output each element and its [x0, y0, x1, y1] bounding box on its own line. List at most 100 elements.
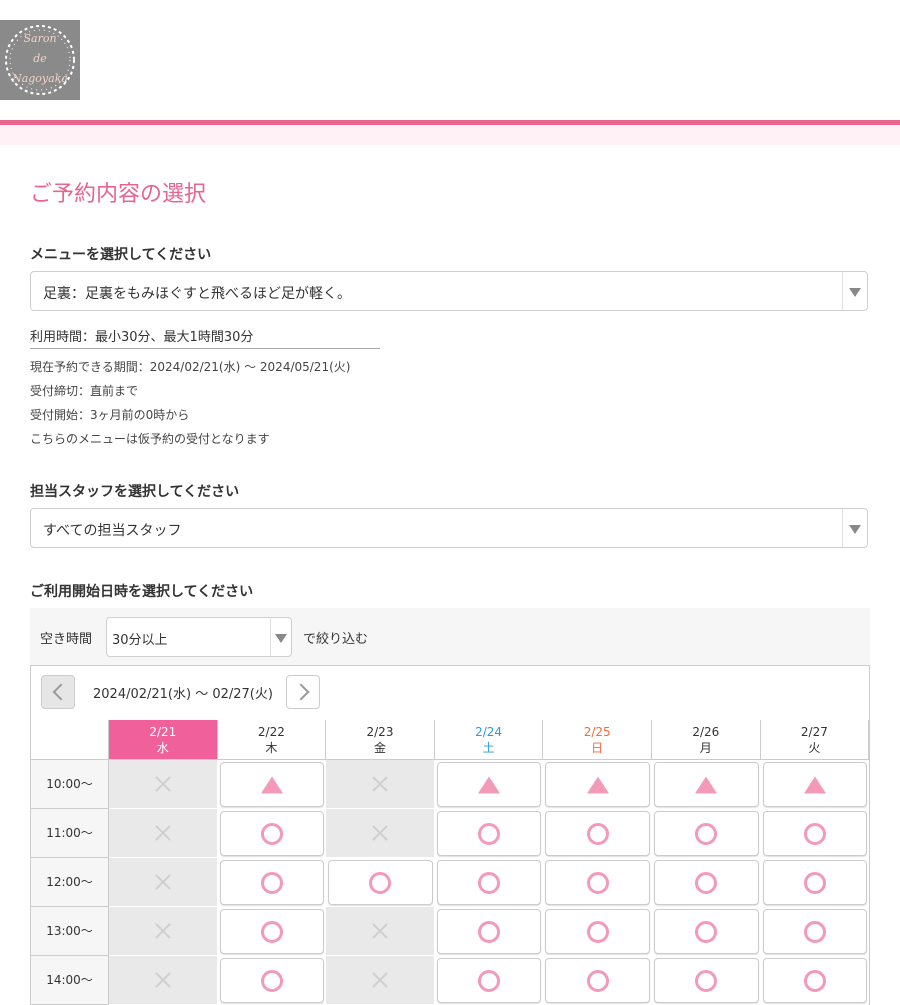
available-slot-button[interactable]	[219, 762, 325, 807]
unavailable-slot	[326, 809, 434, 857]
available-slot-button[interactable]	[219, 958, 325, 1003]
day-date: 2/26	[692, 725, 720, 739]
prev-week-button[interactable]	[41, 675, 75, 709]
available-slot-button[interactable]	[219, 909, 325, 954]
available-slot-button[interactable]	[762, 958, 868, 1003]
cross-unavailable-icon	[155, 972, 171, 988]
available-slot-button[interactable]	[762, 811, 868, 856]
available-slot-button[interactable]	[762, 909, 868, 954]
available-slot-button[interactable]	[654, 811, 759, 856]
unavailable-slot	[326, 760, 434, 808]
datetime-section-label: ご利用開始日時を選択してください	[30, 584, 254, 600]
day-of-week: 日	[591, 741, 604, 755]
menu-select-arrow[interactable]	[842, 272, 867, 310]
day-header: 2/21 水	[109, 720, 218, 760]
circle-available-icon	[260, 822, 283, 845]
chevron-down-icon	[849, 288, 861, 297]
unavailable-slot	[109, 760, 217, 808]
chevron-right-icon	[292, 683, 310, 701]
circle-available-icon	[260, 969, 283, 992]
day-date: 2/24	[475, 725, 503, 739]
available-slot-button[interactable]	[654, 860, 759, 905]
circle-available-icon	[260, 920, 283, 943]
next-week-button[interactable]	[286, 675, 320, 709]
day-of-week: 月	[699, 741, 712, 755]
available-slot-button[interactable]	[762, 762, 868, 807]
triangle-few-left-icon	[478, 776, 501, 793]
available-slot-button[interactable]	[545, 958, 650, 1003]
unavailable-slot	[109, 858, 217, 906]
available-slot-button[interactable]	[219, 811, 325, 856]
circle-available-icon	[478, 969, 501, 992]
unavailable-slot	[109, 809, 217, 857]
day-date: 2/22	[257, 725, 285, 739]
available-slot-button[interactable]	[545, 811, 650, 856]
logo-line: Saron	[23, 32, 57, 45]
available-slot-button[interactable]	[436, 909, 542, 954]
available-slot-button[interactable]	[328, 860, 433, 905]
available-slot-button[interactable]	[219, 860, 325, 905]
cross-unavailable-icon	[372, 825, 388, 841]
available-slot-button[interactable]	[654, 958, 759, 1003]
filter-suffix: で絞り込む	[303, 632, 369, 647]
unavailable-slot	[326, 907, 434, 955]
circle-available-icon	[695, 969, 718, 992]
circle-available-icon	[586, 871, 609, 894]
circle-available-icon	[803, 871, 826, 894]
salon-logo[interactable]: Saron de Nagoyaka	[0, 20, 80, 100]
triangle-few-left-icon	[586, 776, 609, 793]
logo-text: Saron de Nagoyaka	[0, 29, 80, 89]
available-slot-button[interactable]	[545, 860, 650, 905]
duration-filter-arrow[interactable]	[270, 618, 291, 656]
day-date: 2/25	[583, 725, 611, 739]
circle-available-icon	[803, 969, 826, 992]
menu-select[interactable]: 足裏：足裏をもみほぐすと飛べるほど足が軽く。	[30, 271, 868, 311]
circle-available-icon	[478, 871, 501, 894]
cross-unavailable-icon	[372, 923, 388, 939]
time-slot-label: 11:00〜	[31, 809, 109, 858]
time-slot-label: 12:00〜	[31, 858, 109, 907]
calendar-corner	[31, 720, 109, 760]
available-slot-button[interactable]	[545, 762, 650, 807]
available-slot-button[interactable]	[545, 909, 650, 954]
chevron-down-icon	[275, 634, 287, 643]
day-of-week: 木	[265, 741, 278, 755]
triangle-few-left-icon	[260, 776, 283, 793]
cross-unavailable-icon	[155, 825, 171, 841]
duration-filter-value: 30分以上	[112, 633, 168, 648]
duration-filter-select[interactable]: 30分以上	[106, 617, 292, 657]
day-header: 2/23 金	[326, 720, 435, 760]
staff-select-arrow[interactable]	[842, 509, 867, 547]
circle-available-icon	[586, 822, 609, 845]
cross-unavailable-icon	[155, 776, 171, 792]
unavailable-slot	[326, 956, 434, 1004]
available-slot-button[interactable]	[436, 762, 542, 807]
time-slot-label: 14:00〜	[31, 956, 109, 1005]
logo-line: Nagoyaka	[12, 72, 68, 85]
day-date: 2/21	[149, 725, 177, 739]
filter-label: 空き時間	[40, 632, 93, 647]
day-of-week: 水	[156, 741, 169, 755]
available-slot-button[interactable]	[654, 762, 759, 807]
availability-filter: 空き時間 30分以上 で絞り込む	[30, 608, 870, 665]
day-date: 2/27	[800, 725, 828, 739]
available-slot-button[interactable]	[654, 909, 759, 954]
staff-section-label: 担当スタッフを選択してください	[30, 484, 240, 500]
available-slot-button[interactable]	[436, 860, 542, 905]
circle-available-icon	[803, 822, 826, 845]
cross-unavailable-icon	[372, 776, 388, 792]
circle-available-icon	[260, 871, 283, 894]
calendar-nav: 2024/02/21(水) 〜 02/27(火)	[31, 666, 869, 721]
circle-available-icon	[803, 920, 826, 943]
available-slot-button[interactable]	[436, 958, 542, 1003]
available-slot-button[interactable]	[436, 811, 542, 856]
page-title: ご予約内容の選択	[30, 182, 207, 207]
cross-unavailable-icon	[155, 874, 171, 890]
available-slot-button[interactable]	[762, 860, 868, 905]
logo-line: de	[33, 52, 47, 65]
circle-available-icon	[695, 920, 718, 943]
staff-select[interactable]: すべての担当スタッフ	[30, 508, 868, 548]
triangle-few-left-icon	[695, 776, 718, 793]
header-band	[0, 125, 900, 145]
booking-start: 受付開始：3ヶ月前の0時から	[30, 408, 190, 422]
